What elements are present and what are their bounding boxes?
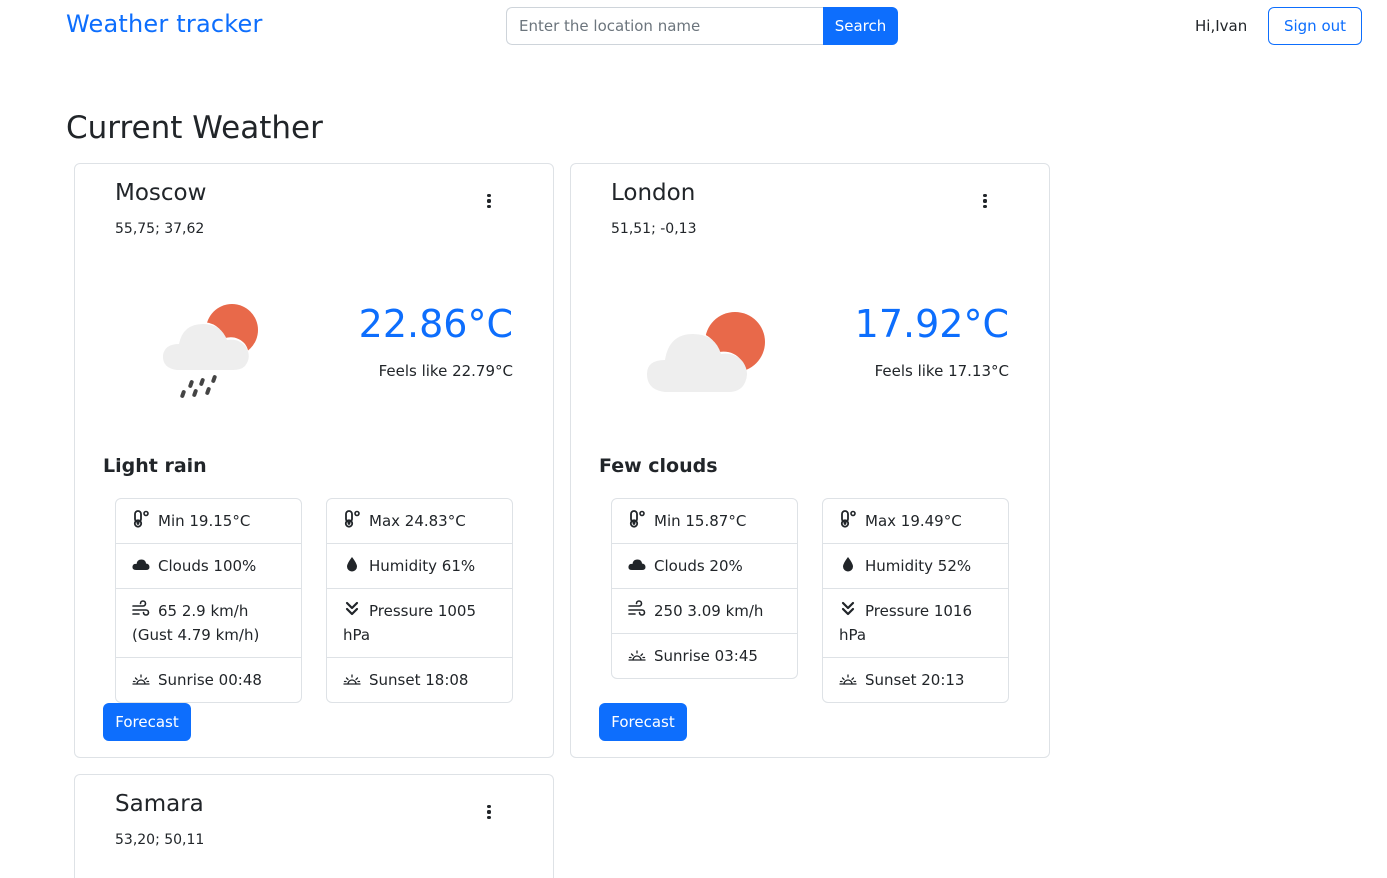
city-coordinates: 51,51; -0,13 — [611, 221, 697, 237]
location-search-input[interactable] — [506, 7, 823, 45]
weather-details-left: Min 19.15°C Clouds 100% 65 2.9 km/h (Gus… — [115, 498, 302, 703]
feels-like-temperature: Feels like 22.79°C — [378, 362, 513, 380]
city-name: London — [611, 180, 696, 206]
card-options-menu-icon[interactable] — [479, 801, 499, 823]
forecast-button[interactable]: Forecast — [103, 703, 191, 741]
droplet-icon — [839, 555, 857, 573]
chevrons-down-icon — [343, 600, 361, 618]
sunrise-icon — [628, 645, 646, 663]
pressure-item: Pressure 1005 hPa — [327, 588, 512, 657]
weather-card-moscow: Moscow 55,75; 37,62 22.86°C Feels like 2… — [74, 163, 554, 758]
droplet-icon — [343, 555, 361, 573]
weather-details-right: Max 24.83°C Humidity 61% Pressure 1005 h… — [326, 498, 513, 703]
city-coordinates: 55,75; 37,62 — [115, 221, 205, 237]
wind-item: 250 3.09 km/h — [612, 588, 797, 633]
pressure-item: Pressure 1016 hPa — [823, 588, 1008, 657]
pressure-label: Pressure 1016 hPa — [839, 602, 972, 644]
clouds-item: Clouds 100% — [116, 543, 301, 588]
wind-label: 65 2.9 km/h (Gust 4.79 km/h) — [132, 602, 260, 644]
min-temp-item: Min 19.15°C — [116, 499, 301, 543]
humidity-item: Humidity 52% — [823, 543, 1008, 588]
feels-like-temperature: Feels like 17.13°C — [874, 362, 1009, 380]
sun-cloud-icon — [645, 312, 765, 392]
clouds-item: Clouds 20% — [612, 543, 797, 588]
weather-card-london: London 51,51; -0,13 17.92°C Feels like 1… — [570, 163, 1050, 758]
max-temp-item: Max 19.49°C — [823, 499, 1008, 543]
min-temp-label: Min 15.87°C — [654, 512, 747, 530]
thermometer-icon — [628, 510, 646, 528]
thermometer-icon — [343, 510, 361, 528]
humidity-item: Humidity 61% — [327, 543, 512, 588]
max-temp-label: Max 24.83°C — [369, 512, 466, 530]
weather-card-samara: Samara 53,20; 50,11 — [74, 774, 554, 878]
sunrise-item: Sunrise 03:45 — [612, 633, 797, 678]
city-coordinates: 53,20; 50,11 — [115, 832, 205, 848]
sign-out-button[interactable]: Sign out — [1268, 7, 1362, 45]
wind-label: 250 3.09 km/h — [654, 602, 764, 620]
sunrise-label: Sunrise 00:48 — [158, 671, 262, 689]
sunrise-icon — [132, 669, 150, 687]
current-temperature: 22.86°C — [358, 302, 513, 346]
min-temp-label: Min 19.15°C — [158, 512, 251, 530]
clouds-label: Clouds 20% — [654, 557, 743, 575]
weather-description: Few clouds — [599, 455, 718, 477]
card-options-menu-icon[interactable] — [975, 190, 995, 212]
forecast-button[interactable]: Forecast — [599, 703, 687, 741]
sunset-icon — [839, 669, 857, 687]
user-greeting: Hi,Ivan — [1195, 17, 1248, 35]
page-title: Current Weather — [66, 110, 323, 146]
clouds-label: Clouds 100% — [158, 557, 257, 575]
city-name: Moscow — [115, 180, 207, 206]
card-options-menu-icon[interactable] — [479, 190, 499, 212]
sunset-label: Sunset 20:13 — [865, 671, 965, 689]
max-temp-label: Max 19.49°C — [865, 512, 962, 530]
thermometer-icon — [132, 510, 150, 528]
sunset-icon — [343, 669, 361, 687]
sunrise-item: Sunrise 00:48 — [116, 657, 301, 702]
wind-icon — [132, 600, 150, 618]
weather-details-left: Min 15.87°C Clouds 20% 250 3.09 km/h Sun… — [611, 498, 798, 679]
max-temp-item: Max 24.83°C — [327, 499, 512, 543]
thermometer-icon — [839, 510, 857, 528]
humidity-label: Humidity 61% — [369, 557, 476, 575]
sunset-label: Sunset 18:08 — [369, 671, 469, 689]
search-button[interactable]: Search — [823, 7, 898, 45]
weather-details-right: Max 19.49°C Humidity 52% Pressure 1016 h… — [822, 498, 1009, 703]
min-temp-item: Min 15.87°C — [612, 499, 797, 543]
wind-item: 65 2.9 km/h (Gust 4.79 km/h) — [116, 588, 301, 657]
sunset-item: Sunset 20:13 — [823, 657, 1008, 702]
pressure-label: Pressure 1005 hPa — [343, 602, 476, 644]
sun-cloud-rain-icon — [160, 304, 258, 398]
cloud-icon — [132, 555, 150, 573]
search-form: Search — [506, 7, 898, 45]
chevrons-down-icon — [839, 600, 857, 618]
weather-description: Light rain — [103, 455, 207, 477]
sunset-item: Sunset 18:08 — [327, 657, 512, 702]
wind-icon — [628, 600, 646, 618]
sunrise-label: Sunrise 03:45 — [654, 647, 758, 665]
cloud-icon — [628, 555, 646, 573]
city-name: Samara — [115, 791, 204, 817]
humidity-label: Humidity 52% — [865, 557, 972, 575]
app-brand-link[interactable]: Weather tracker — [66, 10, 263, 38]
current-temperature: 17.92°C — [854, 302, 1009, 346]
